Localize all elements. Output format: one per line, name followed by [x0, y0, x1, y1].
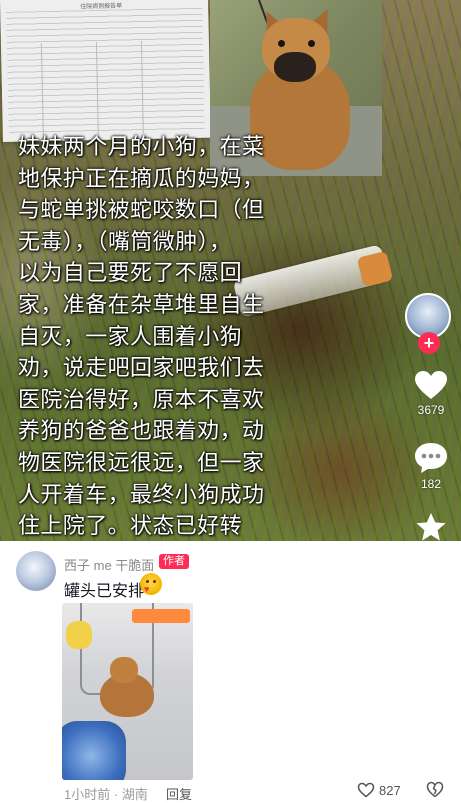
comment-item: 西子 me 干脆面 作者 罐头已安排 ♥ 1小时前 · 湖南 回复 827: [0, 541, 461, 803]
comment-button[interactable]: 182: [408, 441, 454, 491]
comment-like-count: 827: [379, 782, 401, 798]
commenter-avatar[interactable]: [16, 551, 56, 591]
author-badge: 作者: [159, 554, 189, 569]
like-heart-outline-icon: [357, 782, 375, 798]
commenter-name[interactable]: 西子 me 干脆面: [64, 555, 154, 574]
video-player[interactable]: 住院病例报告单 妹妹两个月的小狗，在菜 地保护正在摘瓜的妈妈， 与蛇单挑被蛇咬数…: [0, 0, 461, 541]
like-button[interactable]: 3679: [408, 369, 454, 417]
comment-count: 182: [420, 477, 442, 491]
comment-meta: 1小时前 · 湖南: [64, 787, 148, 802]
reply-button[interactable]: 回复: [166, 784, 192, 803]
dislike-broken-heart-icon: [426, 781, 444, 798]
comment-like-button[interactable]: 827: [357, 782, 401, 798]
favorite-button[interactable]: [408, 512, 454, 541]
medical-report-image: 住院病例报告单: [0, 0, 211, 142]
follow-button[interactable]: +: [418, 332, 440, 354]
star-icon: [416, 512, 446, 541]
heart-icon: [415, 371, 447, 399]
comment-text: 罐头已安排: [64, 583, 145, 600]
like-count: 3679: [417, 403, 445, 417]
comment-photo[interactable]: [62, 603, 193, 780]
video-caption: 妹妹两个月的小狗，在菜 地保护正在摘瓜的妈妈， 与蛇单挑被蛇咬数口（但 无毒），…: [18, 135, 265, 540]
comment-bubble-icon: [415, 443, 447, 473]
heart-eyes-emoji-icon: ♥: [140, 573, 162, 595]
